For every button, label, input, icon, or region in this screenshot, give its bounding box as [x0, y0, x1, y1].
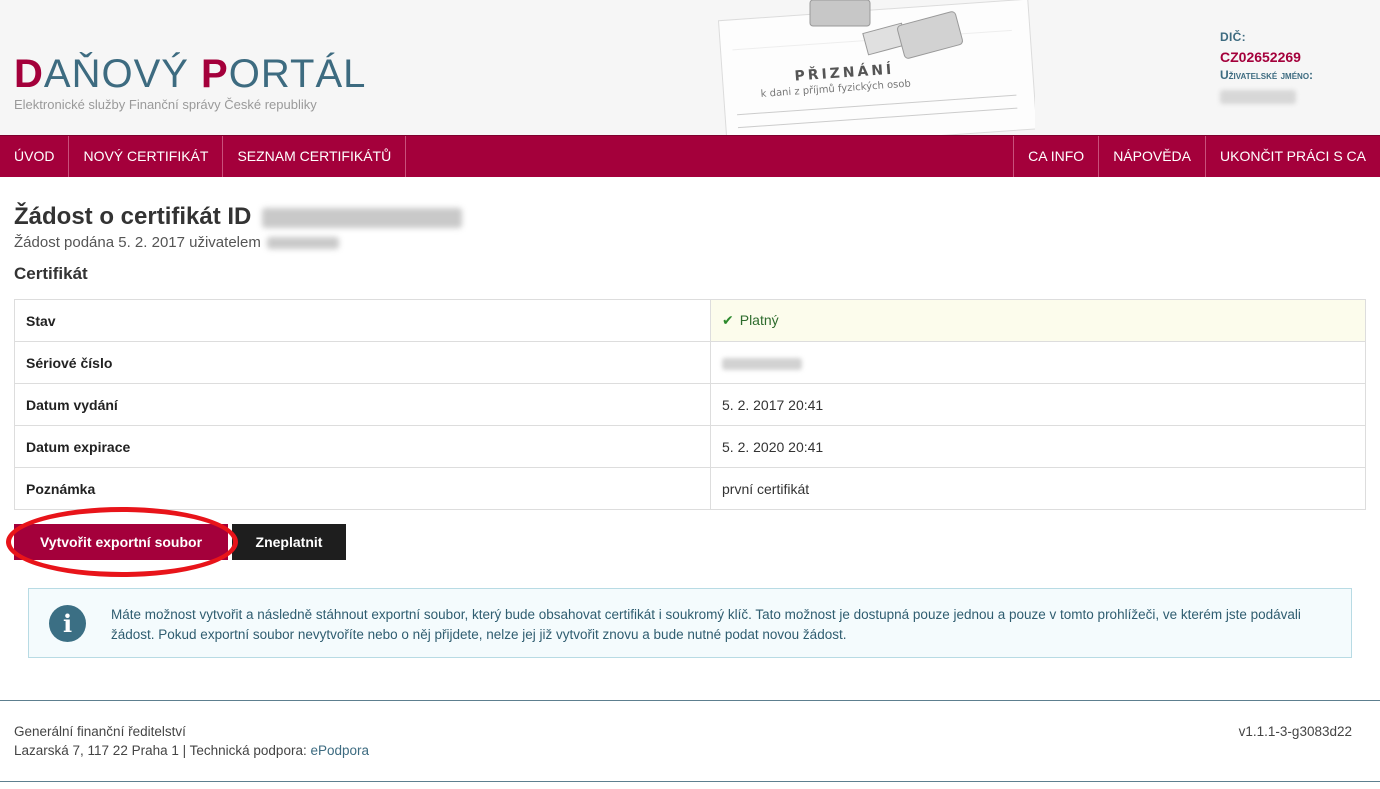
logo-word-1: AŇOVÝ: [43, 52, 202, 96]
header: DAŇOVÝ PORTÁL Elektronické služby Finanč…: [0, 0, 1380, 135]
status-text: Platný: [739, 312, 779, 328]
serial-value: [710, 341, 1366, 384]
table-row: Datum expirace 5. 2. 2020 20:41: [14, 425, 1366, 468]
app-version: v1.1.1-3-g3083d22: [1238, 724, 1352, 739]
table-row: Datum vydání 5. 2. 2017 20:41: [14, 383, 1366, 426]
table-row: Sériové číslo: [14, 341, 1366, 384]
request-id-redacted: [262, 207, 463, 228]
support-link[interactable]: ePodpora: [310, 743, 369, 758]
nav-item-uvod[interactable]: Úvod: [0, 136, 70, 177]
page-title-text: Žádost o certifikát ID: [14, 203, 252, 230]
nav-item-logout[interactable]: Ukončit práci s CA: [1205, 136, 1380, 177]
nav-item-napoveda[interactable]: Nápověda: [1098, 136, 1205, 177]
nav-item-novy-certifikat[interactable]: Nový certifikát: [69, 136, 224, 177]
requester-redacted: [267, 237, 340, 250]
user-info: DIČ: CZ02652269 Uživatelské jméno:: [1220, 30, 1370, 104]
info-alert-text: Máte možnost vytvořit a následně stáhnou…: [111, 607, 1301, 642]
dic-label: DIČ:: [1220, 30, 1246, 44]
info-alert: i Máte možnost vytvořit a následně stáhn…: [28, 588, 1352, 658]
logo-initial-d: D: [14, 52, 44, 96]
dic-value: CZ02652269: [1220, 49, 1301, 65]
serial-redacted: [722, 357, 802, 370]
nav-left: Úvod Nový certifikát Seznam certifikátů: [0, 136, 407, 177]
portal-subtitle: Elektronické služby Finanční správy Česk…: [14, 97, 317, 112]
logo-initial-p: P: [201, 52, 229, 96]
footer-address-text: Lazarská 7, 117 22 Praha 1 | Technická p…: [14, 743, 311, 758]
page-title: Žádost o certifikát ID: [14, 203, 463, 231]
section-title-certificate: Certifikát: [14, 264, 88, 283]
row-label: Stav: [14, 299, 711, 342]
footer-org: Generální finanční ředitelství: [14, 724, 186, 739]
logo-word-2: ORTÁL: [228, 52, 367, 96]
username-redacted: [1220, 90, 1296, 104]
logo[interactable]: DAŇOVÝ PORTÁL: [14, 54, 366, 94]
row-label: Poznámka: [14, 467, 711, 510]
row-label: Sériové číslo: [14, 341, 711, 384]
status-value: ✔ Platný: [710, 299, 1366, 342]
issued-value: 5. 2. 2017 20:41: [710, 383, 1366, 426]
nav-item-ca-info[interactable]: CA info: [1013, 136, 1098, 177]
check-icon: ✔: [722, 312, 734, 328]
create-export-file-button[interactable]: Vytvořit exportní soubor: [14, 524, 228, 560]
certificate-table: Stav ✔ Platný Sériové číslo Datum vydání …: [14, 299, 1366, 510]
footer: Generální finanční ředitelství Lazarská …: [0, 700, 1380, 782]
request-meta-text: Žádost podána 5. 2. 2017 uživatelem: [14, 234, 261, 251]
revoke-button[interactable]: Zneplatnit: [232, 524, 346, 560]
table-row: Poznámka první certifikát: [14, 467, 1366, 510]
nav-item-seznam-certifikatu[interactable]: Seznam certifikátů: [223, 136, 407, 177]
row-label: Datum vydání: [14, 383, 711, 426]
table-row: Stav ✔ Platný: [14, 299, 1366, 342]
request-meta: Žádost podána 5. 2. 2017 uživatelem: [14, 234, 340, 251]
nav-right: CA info Nápověda Ukončit práci s CA: [1013, 136, 1380, 177]
username-label: Uživatelské jméno:: [1220, 68, 1314, 82]
info-icon: i: [49, 605, 86, 642]
footer-address: Lazarská 7, 117 22 Praha 1 | Technická p…: [14, 743, 369, 758]
note-value: první certifikát: [710, 467, 1366, 510]
row-label: Datum expirace: [14, 425, 711, 468]
expiry-value: 5. 2. 2020 20:41: [710, 425, 1366, 468]
tax-form-usb-illustration: PŘIZNÁNÍ k dani z příjmů fyzických osob: [717, 0, 1035, 135]
main-nav: Úvod Nový certifikát Seznam certifikátů …: [0, 135, 1380, 177]
